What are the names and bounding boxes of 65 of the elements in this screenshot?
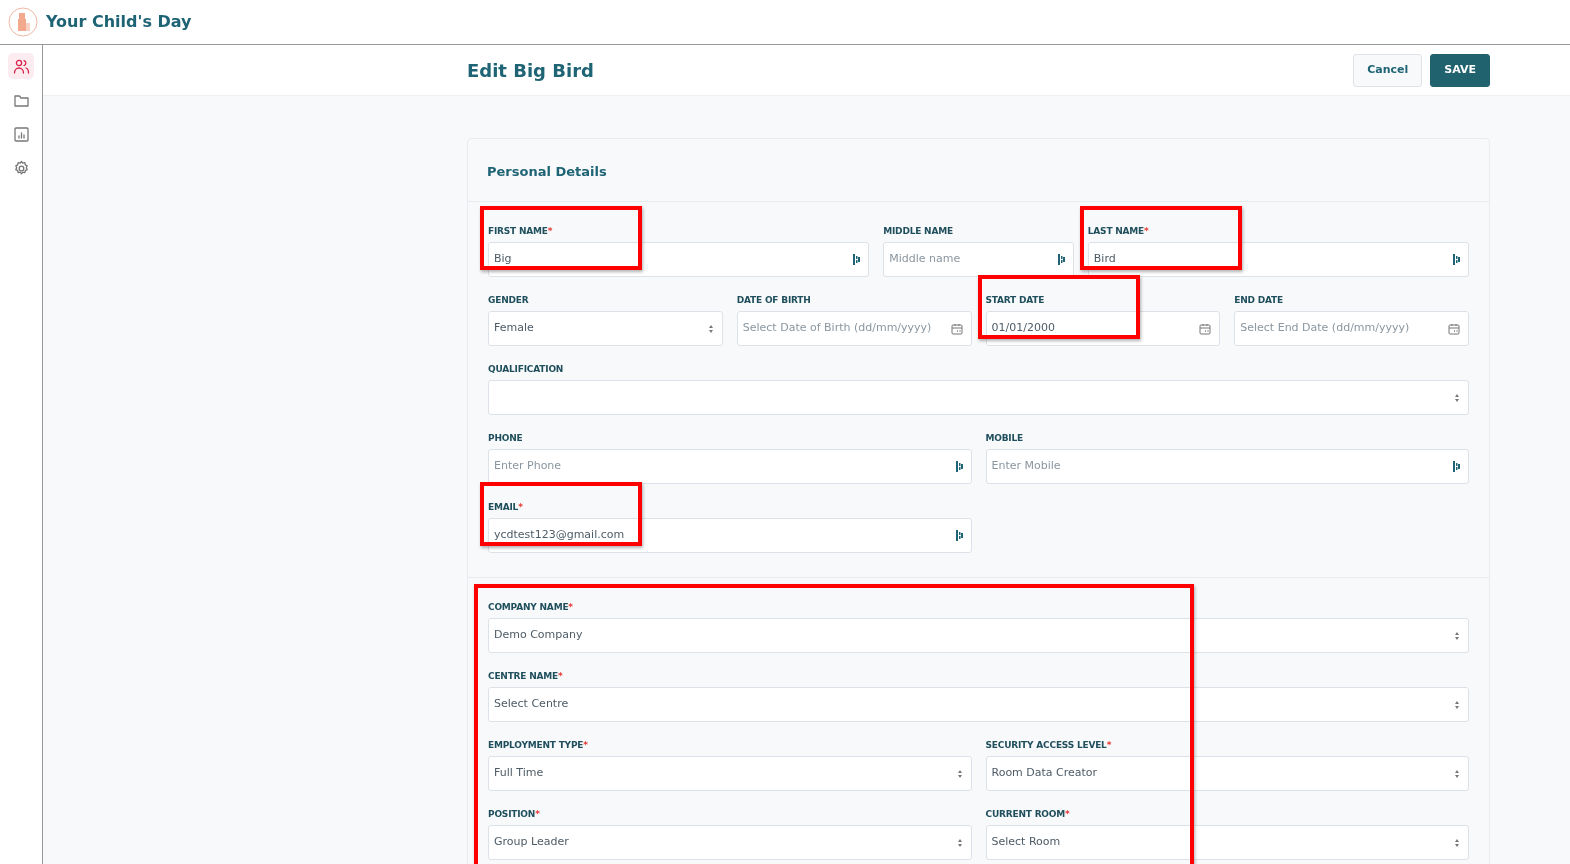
settings-icon bbox=[12, 159, 30, 177]
input-field[interactable]: Big bbox=[488, 242, 870, 277]
field-label: END DATE bbox=[1234, 294, 1284, 307]
people-icon bbox=[12, 57, 30, 75]
sort-caret-icon bbox=[707, 323, 714, 334]
field-label: LAST NAME* bbox=[1087, 225, 1150, 238]
field-label: PHONE bbox=[488, 432, 524, 445]
required-mark: * bbox=[568, 602, 573, 612]
select-field[interactable]: Female bbox=[488, 311, 723, 346]
field-label: COMPANY NAME* bbox=[488, 601, 574, 614]
required-mark: * bbox=[535, 809, 540, 819]
page-title: Edit Big Bird bbox=[467, 58, 594, 83]
autofill-icon bbox=[1453, 254, 1460, 265]
required-mark: * bbox=[583, 740, 588, 750]
chart-icon bbox=[12, 125, 30, 143]
sidebar-item[interactable] bbox=[8, 53, 34, 79]
sort-caret-icon bbox=[1454, 392, 1460, 403]
select-field[interactable]: Group Leader bbox=[488, 825, 972, 860]
select-field[interactable]: Select Room bbox=[985, 825, 1469, 860]
save-button[interactable]: SAVE bbox=[1430, 53, 1490, 87]
sort-caret-icon bbox=[1454, 768, 1460, 779]
field-label: EMAIL* bbox=[488, 501, 524, 514]
field-label: START DATE bbox=[985, 294, 1046, 307]
input-field[interactable]: Bird bbox=[1087, 242, 1469, 277]
field-label: POSITION* bbox=[488, 808, 541, 821]
autofill-icon bbox=[1057, 254, 1065, 265]
calendar-icon bbox=[950, 322, 963, 335]
sort-caret-icon bbox=[956, 768, 963, 779]
field-label: EMPLOYMENT TYPE* bbox=[488, 739, 589, 752]
sort-caret-icon bbox=[956, 837, 963, 848]
sort-caret-icon bbox=[1454, 630, 1460, 641]
select-field[interactable]: Room Data Creator bbox=[985, 756, 1469, 791]
calendar-icon bbox=[1448, 322, 1460, 335]
required-mark: * bbox=[547, 226, 553, 236]
required-mark: * bbox=[558, 671, 563, 681]
field-label: CURRENT ROOM* bbox=[985, 808, 1071, 821]
select-field[interactable]: Demo Company bbox=[488, 618, 1469, 653]
required-mark: * bbox=[1065, 809, 1070, 819]
field-label: FIRST NAME* bbox=[488, 225, 554, 238]
field-label: MIDDLE NAME bbox=[883, 225, 954, 238]
field-label: MOBILE bbox=[985, 432, 1024, 445]
field-label: GENDER bbox=[488, 294, 530, 307]
autofill-icon bbox=[955, 461, 963, 472]
input-field[interactable]: ycdtest123@gmail.com bbox=[488, 518, 972, 553]
select-field[interactable] bbox=[488, 380, 1469, 415]
autofill-icon bbox=[955, 530, 963, 541]
field-label: CENTRE NAME* bbox=[488, 670, 564, 683]
logo-icon bbox=[8, 7, 38, 37]
required-mark: * bbox=[1144, 226, 1149, 236]
autofill-icon bbox=[853, 254, 861, 265]
field-label: DATE OF BIRTH bbox=[736, 294, 812, 307]
date-field[interactable]: 01/01/2000 bbox=[985, 311, 1221, 346]
required-mark: * bbox=[518, 502, 523, 512]
sort-caret-icon bbox=[1454, 837, 1460, 848]
field-label: SECURITY ACCESS LEVEL* bbox=[985, 739, 1113, 752]
select-field[interactable]: Full Time bbox=[488, 756, 972, 791]
select-field[interactable]: Select Centre bbox=[488, 687, 1469, 722]
section-title: Personal Details bbox=[487, 164, 607, 179]
cancel-button[interactable]: Cancel bbox=[1353, 53, 1423, 87]
sort-caret-icon bbox=[1454, 699, 1460, 710]
required-mark: * bbox=[1106, 740, 1112, 750]
app-name: Your Child's Day bbox=[46, 11, 192, 33]
autofill-icon bbox=[1453, 461, 1460, 472]
calendar-icon bbox=[1199, 322, 1212, 335]
field-label: QUALIFICATION bbox=[488, 363, 565, 376]
